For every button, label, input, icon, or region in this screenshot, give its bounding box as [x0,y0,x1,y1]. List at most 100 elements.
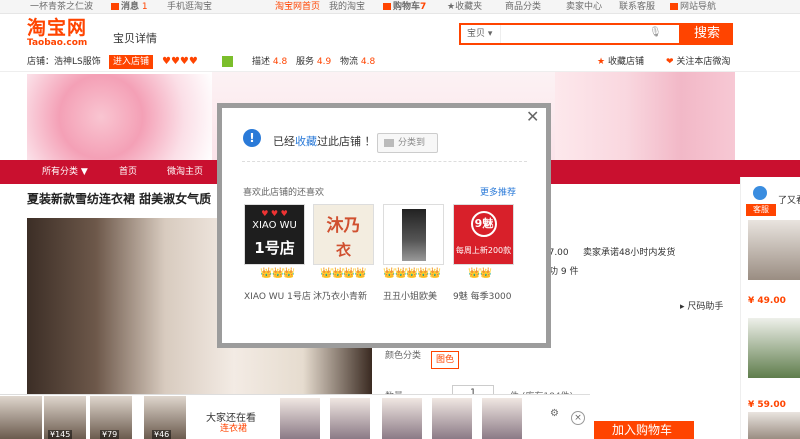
shop-logo-figure [402,209,426,261]
gear-icon[interactable]: ⚙ [550,408,559,419]
color-option[interactable]: 图色 [431,351,459,369]
taobao-home-link[interactable]: 淘宝网首页 [275,0,320,14]
bottom-product-image[interactable] [482,398,522,439]
close-icon[interactable]: ✕ [526,109,539,125]
bottom-thumb-price: ¥145 [48,430,73,439]
dialog-message-prefix: 已经 [273,135,295,148]
caret-down-icon: ▼ [80,167,88,177]
product-categories-link[interactable]: 商品分类 [505,0,541,14]
cart-icon [383,3,391,10]
seller-center-link[interactable]: 卖家中心 [566,0,602,14]
favorite-shop-link[interactable]: ★ 收藏店铺 [597,52,644,72]
heart-icon: ❤ [666,57,674,67]
bottom-product-image[interactable] [330,398,370,439]
bottom-product-image[interactable] [382,398,422,439]
side-product-image[interactable] [748,220,800,280]
shop-logo-text: 每周上新200款 [455,246,512,255]
color-label: 颜色分类 [385,351,422,361]
menu-icon [670,3,678,10]
shop-level-crowns: 👑👑👑👑👑 [383,268,441,279]
recommended-shop-name[interactable]: XIAO WU 1号店 [244,289,311,302]
service-globe-icon [753,186,767,200]
caret-right-icon: ▸ [680,302,685,312]
info-icon: ! [243,129,261,147]
dialog-divider [242,161,527,162]
rating-logistics: 物流 4.8 [340,52,375,72]
search-button[interactable]: 搜索 [681,23,733,45]
size-helper-label: 尺码助手 [687,302,724,312]
star-icon: ★ [597,57,606,67]
customer-service-badge[interactable]: 客服 [746,204,776,216]
rating-logistics-label: 物流 [340,57,359,67]
recommended-shop-name[interactable]: 9魅 每季3000 [453,289,512,302]
rating-desc-label: 描述 [252,57,271,67]
side-product-price: ¥ 49.00 [748,296,786,306]
search-input[interactable] [505,26,655,42]
taobao-logo[interactable]: 淘宝网 [27,19,87,38]
customer-service-link[interactable]: 联系客服 [619,0,655,14]
more-recommend-link[interactable]: 更多推荐 [480,185,516,198]
messages-count: 1 [141,2,148,12]
recommend-subtitle: 喜欢此店铺的还喜欢 [243,188,325,198]
shop-bar: 店铺：浩神LS服饰 进入店铺 ♥♥♥♥ 描述 4.8 服务 4.9 物流 4.8… [0,52,800,72]
shop-level-hearts: ♥♥♥♥ [162,56,198,67]
shop-logo-text: XIAO WU [252,220,297,231]
shop-level-crowns: 👑👑👑👑 [320,268,367,279]
site-nav-link[interactable]: 网站导航 [670,0,716,14]
folder-icon [384,139,394,147]
side-product-image[interactable] [748,412,800,439]
banner-flowers-image [27,74,212,160]
recommended-shop-logo[interactable]: ♥ ♥ ♥ XIAO WU 1号店 [244,204,305,265]
shipping-promise: 卖家承诺48小时内发货 [582,248,676,258]
close-icon[interactable]: × [571,411,585,425]
everyone-watching-category[interactable]: 连衣裙 [220,421,247,434]
size-helper-link[interactable]: ▸ 尺码助手 [680,299,723,312]
page-label: 宝贝详情 [113,32,157,45]
microphone-icon[interactable]: 🎙 [649,27,662,38]
follow-shop-label: 关注本店微淘 [676,57,731,67]
enter-shop-button[interactable]: 进入店铺 [109,55,154,69]
nav-home[interactable]: 首页 [119,160,137,184]
bottom-thumb-price: ¥79 [100,430,120,439]
star-icon: ★ [447,2,456,12]
messages-link[interactable]: 消息 1 [111,0,148,14]
shipping-price: ¥ 7.00 卖家承诺48小时内发货 [540,245,675,258]
rating-service: 服务 4.9 [296,52,331,72]
nav-weitao[interactable]: 微淘主页 [167,160,203,184]
bottom-thumb-price: ¥46 [152,430,172,439]
rating-service-label: 服务 [296,57,315,67]
shop-logo-text: 9魅 [471,211,497,237]
user-name-link[interactable]: 一杯青茶之仁波 [30,0,93,14]
bottom-product-image[interactable] [280,398,320,439]
cart-label: 购物车 [393,2,421,12]
favorites-link[interactable]: ★收藏夹 [447,0,482,14]
nav-all-categories[interactable]: 所有分类 ▼ [42,160,88,184]
follow-shop-link[interactable]: ❤ 关注本店微淘 [666,52,730,72]
search-scope-select[interactable]: 宝贝 ▾ [461,25,501,43]
dialog-message-suffix: 过此店铺 ！ [317,135,376,148]
shop-label: 店铺：浩神LS服饰 [27,52,101,72]
side-product-image[interactable] [748,318,800,378]
shop-level-crowns: 👑👑👑 [260,268,295,279]
recommended-shop-name[interactable]: 沐乃衣小青新 [313,289,367,302]
shop-level-crowns: 👑👑 [468,268,492,279]
mail-icon [111,3,119,10]
hearts-decoration: ♥ ♥ ♥ [261,209,288,218]
recommended-shop-logo[interactable] [383,204,444,265]
recommended-shop-logo[interactable]: 9魅 每周上新200款 [453,204,514,265]
shop-badge-icon [222,56,233,67]
favorites-label: 收藏夹 [455,2,483,12]
add-to-cart-button[interactable]: 加入购物车 [594,421,694,439]
mobile-taobao-link[interactable]: 手机逛淘宝 [167,0,212,14]
cart-link[interactable]: 购物车7 [383,0,426,14]
favorites-link[interactable]: 收藏 [295,135,317,148]
my-taobao-link[interactable]: 我的淘宝 [329,0,365,14]
recommended-shop-name[interactable]: 丑丑小姐欧美 [383,289,437,302]
recommended-shop-logo[interactable]: 沐乃 衣 [313,204,374,265]
shop-name[interactable]: 浩神LS服饰 [54,57,101,67]
shop-logo-text: 沐乃 [326,216,361,236]
side-label: 了又看 [778,196,800,206]
side-product-price: ¥ 59.00 [748,400,786,410]
bottom-thumb[interactable] [0,396,42,439]
bottom-product-image[interactable] [432,398,472,439]
